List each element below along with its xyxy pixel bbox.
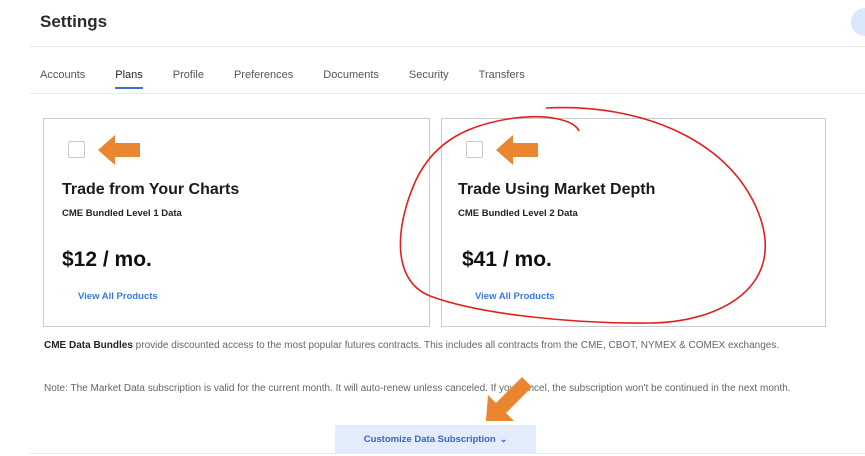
annotation-arrow-icon bbox=[98, 135, 140, 165]
header-divider bbox=[30, 46, 865, 47]
footer-divider bbox=[30, 453, 865, 454]
subscription-note: Note: The Market Data subscription is va… bbox=[44, 383, 791, 394]
plan-price: $41 / mo. bbox=[462, 248, 552, 271]
plan-title: Trade from Your Charts bbox=[62, 181, 240, 198]
plan-card-level1: Trade from Your Charts CME Bundled Level… bbox=[43, 118, 430, 327]
bundle-description: CME Data Bundles provide discounted acce… bbox=[44, 337, 824, 354]
plan-checkbox-level1[interactable] bbox=[68, 141, 85, 158]
tab-documents[interactable]: Documents bbox=[323, 69, 379, 89]
bundle-description-bold: CME Data Bundles bbox=[44, 340, 133, 351]
plan-subtitle: CME Bundled Level 1 Data bbox=[62, 208, 182, 219]
tab-transfers[interactable]: Transfers bbox=[479, 69, 525, 89]
page-title: Settings bbox=[40, 12, 108, 31]
avatar[interactable] bbox=[851, 8, 865, 36]
plan-price: $12 / mo. bbox=[62, 248, 152, 271]
annotation-arrow-icon bbox=[496, 135, 538, 165]
tab-security[interactable]: Security bbox=[409, 69, 449, 89]
tabs-divider bbox=[30, 93, 865, 94]
plan-subtitle: CME Bundled Level 2 Data bbox=[458, 208, 578, 219]
view-all-products-link[interactable]: View All Products bbox=[78, 291, 158, 302]
view-all-products-link[interactable]: View All Products bbox=[475, 291, 555, 302]
settings-tabs: Accounts Plans Profile Preferences Docum… bbox=[40, 69, 555, 89]
plan-checkbox-level2[interactable] bbox=[466, 141, 483, 158]
chevron-down-icon: ⌄ bbox=[499, 433, 508, 444]
tab-preferences[interactable]: Preferences bbox=[234, 69, 293, 89]
customize-subscription-label: Customize Data Subscription bbox=[363, 433, 496, 445]
plan-card-level2: Trade Using Market Depth CME Bundled Lev… bbox=[441, 118, 826, 327]
tab-profile[interactable]: Profile bbox=[173, 69, 204, 89]
tab-plans[interactable]: Plans bbox=[115, 69, 143, 89]
bundle-description-text: provide discounted access to the most po… bbox=[132, 340, 780, 351]
plan-title: Trade Using Market Depth bbox=[458, 181, 656, 198]
customize-subscription-button[interactable]: Customize Data Subscription ⌄ bbox=[335, 425, 536, 453]
tab-accounts[interactable]: Accounts bbox=[40, 69, 85, 89]
